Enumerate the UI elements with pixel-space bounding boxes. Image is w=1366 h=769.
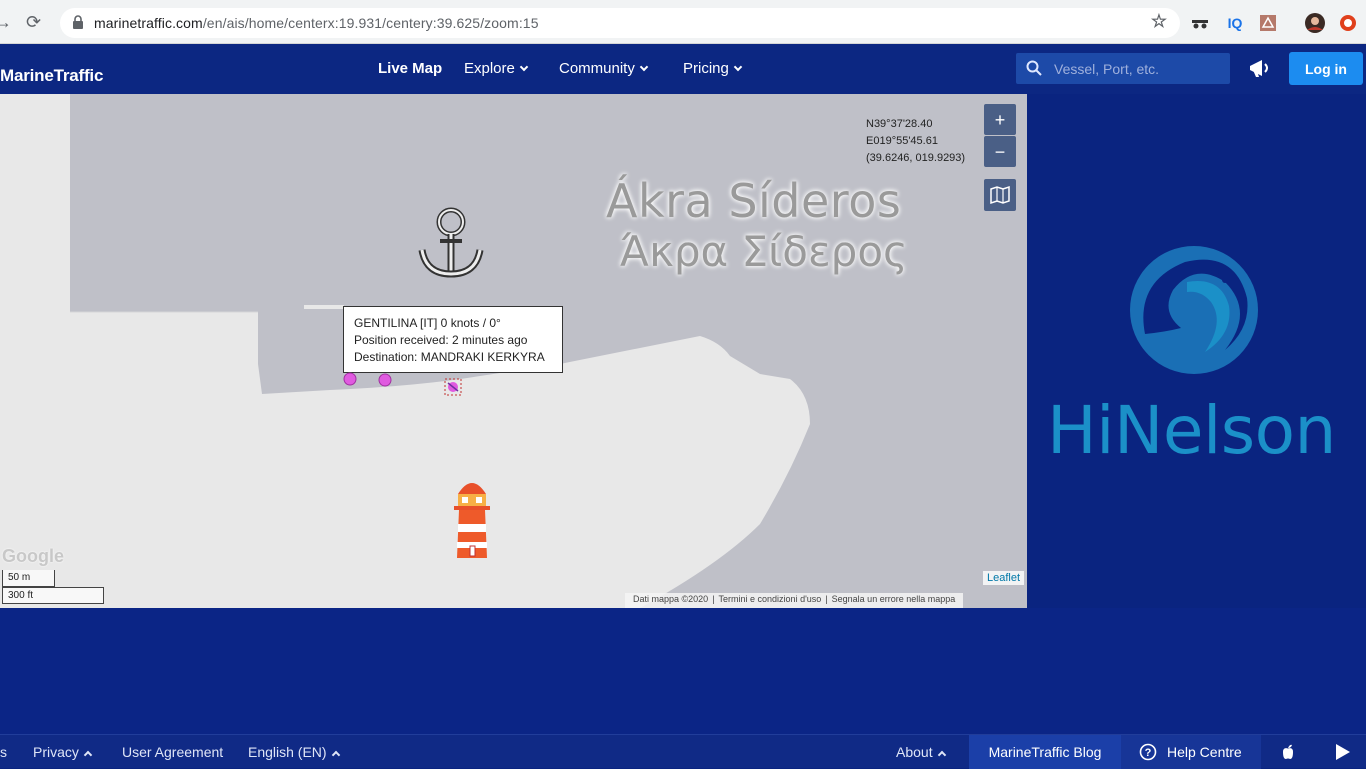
nav-pricing[interactable]: Pricing xyxy=(683,60,743,77)
footer-blog[interactable]: MarineTraffic Blog xyxy=(969,735,1121,769)
svg-text:?: ? xyxy=(1145,747,1152,759)
megaphone-icon[interactable] xyxy=(1248,57,1272,79)
site-header: MarineTraffic Live Map Explore Community… xyxy=(0,44,1366,94)
decimal-coords: (39.6246, 019.9293) xyxy=(866,152,966,164)
browser-toolbar: → ⟳ marinetraffic.com/en/ais/home/center… xyxy=(0,0,1366,44)
chevron-up-icon xyxy=(331,750,340,760)
report-error-link[interactable]: Segnala un errore nella mappa xyxy=(832,594,956,604)
brand-watermark: HiNelson xyxy=(1047,392,1336,469)
map-attribution: Dati mappa ©2020 | Termini e condizioni d'… xyxy=(625,593,964,608)
map-icon xyxy=(990,185,1010,205)
pdf-icon[interactable] xyxy=(1259,14,1277,32)
footer-language[interactable]: English (EN) xyxy=(248,744,340,760)
help-icon: ? xyxy=(1139,743,1157,761)
footer-help[interactable]: ? Help Centre xyxy=(1121,735,1261,769)
live-map[interactable]: Ákra Síderos Άκρα Σίδερος N39°37'28.40 E… xyxy=(0,94,1027,608)
incognito-icon[interactable] xyxy=(1191,14,1209,32)
content-area xyxy=(0,608,1366,734)
footer-user-agreement[interactable]: User Agreement xyxy=(122,744,223,760)
leaflet-link[interactable]: Leaflet xyxy=(983,571,1025,585)
footer-help-label: Help Centre xyxy=(1167,744,1242,760)
opera-icon[interactable] xyxy=(1339,14,1357,32)
star-icon[interactable]: ☆ xyxy=(1150,12,1168,30)
vessel-marker[interactable] xyxy=(342,371,358,387)
nav-community-label: Community xyxy=(559,60,635,77)
profile-icon[interactable] xyxy=(1304,12,1326,34)
nav-explore[interactable]: Explore xyxy=(464,60,529,77)
scale-metric: 50 m xyxy=(2,570,55,587)
scale-imperial: 300 ft xyxy=(2,587,104,604)
selected-vessel-marker[interactable] xyxy=(444,378,462,396)
wave-logo-icon xyxy=(1130,246,1258,374)
zoom-out-button[interactable]: − xyxy=(984,136,1016,167)
footer-privacy-label: Privacy xyxy=(33,744,79,760)
footer-privacy[interactable]: Privacy xyxy=(33,744,93,760)
chevron-up-icon xyxy=(937,750,946,760)
chevron-down-icon xyxy=(519,62,529,72)
footer-language-label: English (EN) xyxy=(248,744,327,760)
google-logo: Google xyxy=(2,546,64,566)
place-label-latin: Ákra Síderos xyxy=(606,174,902,228)
nav-pricing-label: Pricing xyxy=(683,60,729,77)
footer-partial-link[interactable]: s xyxy=(0,744,7,760)
place-label-greek: Άκρα Σίδερος xyxy=(620,227,908,276)
login-button[interactable]: Log in xyxy=(1289,52,1363,85)
vessel-position-time: Position received: 2 minutes ago xyxy=(354,333,528,347)
nav-community[interactable]: Community xyxy=(559,60,649,77)
chevron-down-icon xyxy=(639,62,649,72)
vessel-marker[interactable] xyxy=(377,372,393,388)
terms-link[interactable]: Termini e condizioni d'uso xyxy=(719,594,822,604)
reload-icon[interactable]: ⟳ xyxy=(26,12,41,33)
coordinate-readout: N39°37'28.40 E019°55'45.61 (39.6246, 019… xyxy=(866,116,965,167)
footer-about[interactable]: About xyxy=(896,744,946,760)
footer-about-label: About xyxy=(896,744,933,760)
search-input[interactable] xyxy=(1054,57,1224,81)
search-box[interactable] xyxy=(1016,53,1230,84)
url-path: /en/ais/home/centerx:19.931/centery:39.6… xyxy=(202,15,539,31)
map-layers-button[interactable] xyxy=(984,179,1016,211)
lock-icon xyxy=(73,15,83,29)
lighthouse-icon[interactable] xyxy=(450,472,494,564)
vessel-destination: Destination: MANDRAKI KERKYRA xyxy=(354,350,545,364)
site-logo[interactable]: MarineTraffic xyxy=(0,66,103,86)
site-footer: s Privacy User Agreement English (EN) Ab… xyxy=(0,734,1366,769)
url-text: marinetraffic.com/en/ais/home/centerx:19… xyxy=(94,15,539,31)
map-data-credit: Dati mappa ©2020 xyxy=(633,594,709,604)
nav-explore-label: Explore xyxy=(464,60,515,77)
longitude: E019°55'45.61 xyxy=(866,135,938,147)
zoom-in-button[interactable]: + xyxy=(984,104,1016,135)
latitude: N39°37'28.40 xyxy=(866,118,933,130)
anchorage-icon[interactable] xyxy=(416,204,486,280)
iq-icon[interactable]: IQ xyxy=(1226,14,1244,32)
search-icon xyxy=(1026,60,1042,76)
address-bar[interactable]: marinetraffic.com/en/ais/home/centerx:19… xyxy=(60,8,1180,38)
vessel-tooltip: GENTILINA [IT] 0 knots / 0° Position rec… xyxy=(343,306,563,373)
forward-icon[interactable]: → xyxy=(0,12,12,33)
map-scale: 50 m 300 ft xyxy=(2,570,104,604)
google-play-icon[interactable] xyxy=(1334,743,1352,761)
chevron-up-icon xyxy=(83,750,93,760)
apple-icon[interactable] xyxy=(1279,743,1297,761)
url-host: marinetraffic.com xyxy=(94,15,203,31)
chevron-down-icon xyxy=(733,62,743,72)
nav-live-map-label: Live Map xyxy=(378,60,443,77)
vessel-name-speed: GENTILINA [IT] 0 knots / 0° xyxy=(354,316,501,330)
nav-live-map[interactable]: Live Map xyxy=(378,60,442,77)
